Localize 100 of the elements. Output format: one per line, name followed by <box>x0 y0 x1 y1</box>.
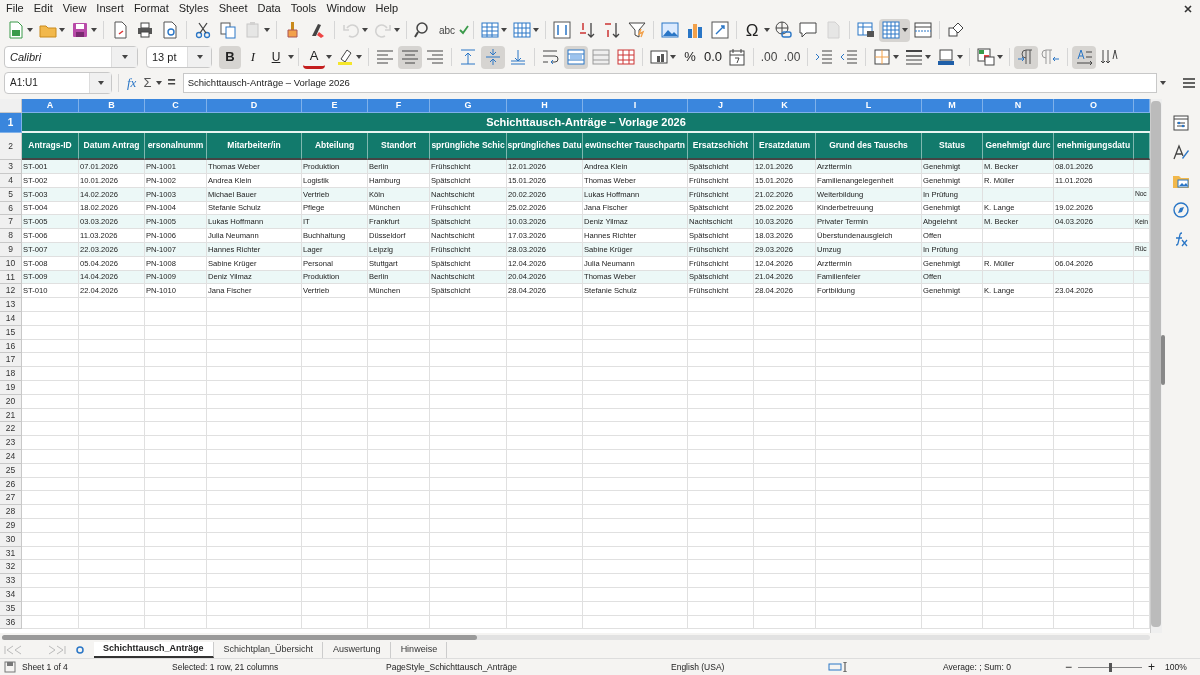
menu-item[interactable]: Help <box>371 0 403 17</box>
name-box[interactable]: A1:U1 <box>4 71 112 94</box>
dropdown-caret-icon[interactable] <box>1159 80 1166 85</box>
zoom-in-button[interactable]: + <box>1148 658 1156 675</box>
column-header[interactable]: N <box>983 99 1054 114</box>
sort-icon[interactable] <box>552 20 572 41</box>
column-header[interactable] <box>1134 99 1150 114</box>
dropdown-caret-icon[interactable] <box>893 55 900 60</box>
format-button[interactable]: A <box>303 45 325 69</box>
column-header[interactable]: C <box>145 99 207 114</box>
dropdown-caret-icon[interactable] <box>997 55 1004 60</box>
row-header[interactable]: 22 <box>0 422 22 437</box>
column-header[interactable]: F <box>368 99 430 114</box>
format-button[interactable]: I <box>242 45 264 69</box>
font-size-field[interactable]: 13 pt <box>146 46 212 69</box>
dropdown-caret-icon[interactable] <box>764 28 770 33</box>
properties-icon[interactable] <box>1172 114 1190 133</box>
row-header[interactable]: 27 <box>0 491 22 506</box>
column-header[interactable]: B <box>79 99 145 114</box>
menu-icon[interactable] <box>1182 77 1195 88</box>
column-header[interactable]: L <box>816 99 922 114</box>
row-header[interactable]: 28 <box>0 505 22 519</box>
zoom-out-button[interactable]: − <box>1065 658 1072 675</box>
dropdown-caret-icon[interactable] <box>957 55 964 60</box>
sheet-tab[interactable]: Auswertung <box>324 641 391 658</box>
row-header[interactable]: 23 <box>0 436 22 450</box>
row-header[interactable]: 2 <box>0 133 22 161</box>
row-header[interactable]: 32 <box>0 560 22 575</box>
spellcheck-button[interactable]: abc <box>436 18 458 42</box>
dropdown-caret-icon[interactable] <box>156 80 163 85</box>
menu-item[interactable]: Styles <box>174 0 213 17</box>
row-header[interactable]: 9 <box>0 243 22 257</box>
toolbar-toggle-button[interactable] <box>974 45 1006 69</box>
format-button[interactable]: .00 <box>758 45 781 69</box>
page-preview-icon[interactable] <box>160 20 180 41</box>
column-header[interactable]: D <box>207 99 302 114</box>
border-color-icon[interactable] <box>936 47 957 68</box>
formula-input-field[interactable]: Schichttausch-Anträge – Vorlage 2026 <box>182 72 1157 93</box>
image-icon[interactable] <box>660 20 680 41</box>
highlighter-icon[interactable] <box>335 47 355 68</box>
row-header[interactable]: 33 <box>0 574 22 588</box>
dropdown-caret-icon[interactable] <box>264 28 270 33</box>
horizontal-scrollbar[interactable] <box>2 634 1150 640</box>
dropdown-caret-icon[interactable] <box>97 80 104 85</box>
row-header[interactable]: 8 <box>0 229 22 243</box>
menu-item[interactable]: Window <box>322 0 370 17</box>
menu-item[interactable]: Tools <box>286 0 321 17</box>
dropdown-caret-icon[interactable] <box>326 55 332 60</box>
printer-icon[interactable] <box>135 20 155 41</box>
styles-icon[interactable] <box>1172 143 1190 162</box>
row-header[interactable]: 12 <box>0 284 22 299</box>
row-header[interactable]: 17 <box>0 353 22 368</box>
dropdown-caret-icon[interactable] <box>902 28 908 33</box>
formula-button[interactable]: = <box>165 72 178 94</box>
dropdown-caret-icon[interactable] <box>533 28 539 33</box>
column-header[interactable]: E <box>302 99 368 114</box>
zoom-slider-thumb[interactable] <box>1109 662 1112 672</box>
format-button[interactable]: 0.0 <box>702 45 725 69</box>
scrollbar-thumb[interactable] <box>2 634 477 640</box>
sheet-tab[interactable]: Schichttausch_Anträge <box>94 641 214 658</box>
dropdown-caret-icon[interactable] <box>91 28 97 33</box>
close-icon[interactable] <box>1184 5 1192 13</box>
sidebar-handle[interactable] <box>1161 335 1165 386</box>
dropdown-caret-icon[interactable] <box>925 55 932 60</box>
column-header[interactable]: A <box>22 99 79 114</box>
row-header[interactable]: 7 <box>0 215 22 230</box>
font-name-field[interactable]: Calibri <box>4 46 138 69</box>
dropdown-caret-icon[interactable] <box>288 55 294 60</box>
special-character-button[interactable]: Ω <box>741 18 763 42</box>
funnel-icon[interactable] <box>627 20 647 41</box>
selection-mode-icon[interactable] <box>828 662 848 672</box>
menu-item[interactable]: Insert <box>92 0 128 17</box>
copy-icon[interactable] <box>218 20 238 41</box>
dropdown-caret-icon[interactable] <box>362 28 368 33</box>
pivot-table-icon[interactable] <box>710 20 730 41</box>
row-header[interactable]: 13 <box>0 298 22 312</box>
row-header[interactable]: 4 <box>0 174 22 188</box>
format-button[interactable]: B <box>219 45 241 69</box>
sum-button[interactable]: Σ <box>141 73 154 93</box>
column-header[interactable]: M <box>922 99 983 114</box>
dropdown-caret-icon[interactable] <box>121 55 128 60</box>
scrollbar-thumb[interactable] <box>1151 101 1161 628</box>
sheet-tab[interactable]: Hinweise <box>391 641 448 658</box>
toolbar-toggle-button[interactable] <box>879 18 910 42</box>
menu-item[interactable]: Edit <box>29 0 57 17</box>
menu-item[interactable]: View <box>58 0 91 17</box>
menu-item[interactable]: File <box>2 0 28 17</box>
dropdown-caret-icon[interactable] <box>27 28 33 33</box>
column-header[interactable]: G <box>430 99 507 114</box>
menu-item[interactable]: Format <box>129 0 173 17</box>
dropdown-caret-icon[interactable] <box>670 55 676 60</box>
globe-link-icon[interactable] <box>773 20 793 41</box>
dropdown-caret-icon[interactable] <box>394 28 400 33</box>
dropdown-caret-icon[interactable] <box>196 55 203 60</box>
vertical-scrollbar[interactable] <box>1150 99 1162 634</box>
menu-item[interactable]: Sheet <box>214 0 252 17</box>
dropdown-caret-icon[interactable] <box>59 28 65 33</box>
freeze-panes-icon[interactable] <box>881 20 901 41</box>
select-all-corner[interactable] <box>0 99 22 114</box>
row-header[interactable]: 3 <box>0 160 22 174</box>
